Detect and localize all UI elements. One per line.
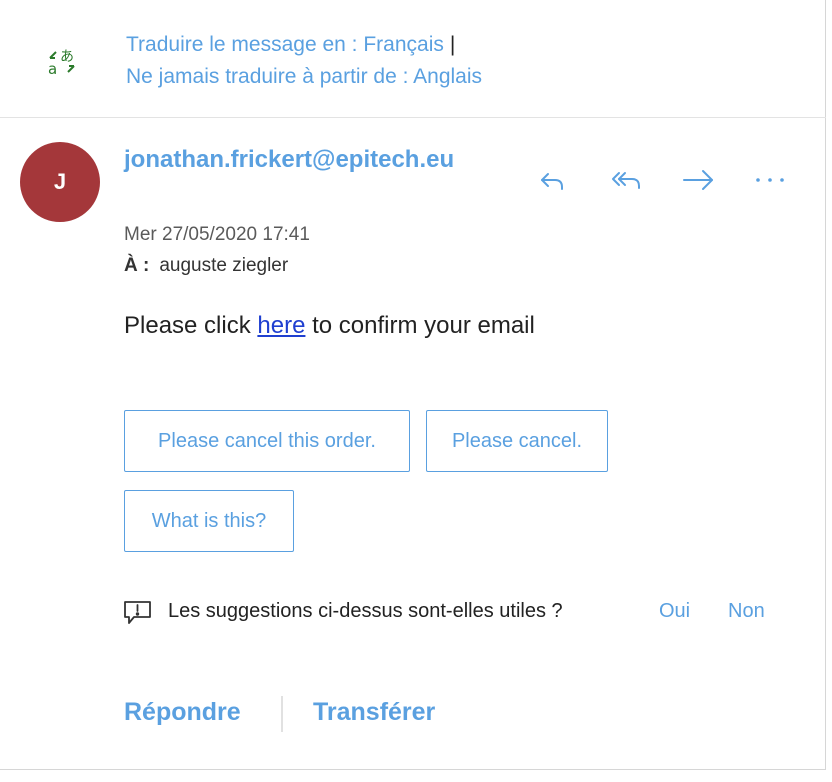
body-text-before: Please click [124,312,258,339]
to-label: À : [124,255,150,276]
suggested-reply-1[interactable]: Please cancel this order. [124,410,410,472]
reply-button[interactable]: Répondre [124,698,241,727]
forward-icon[interactable] [676,160,720,200]
never-translate-link[interactable]: Ne jamais traduire à partir de : Anglais [126,65,482,89]
translate-to-link[interactable]: Traduire le message en : Français | [126,33,455,57]
svg-text:a: a [48,60,57,78]
recipients: À : auguste ziegler [124,255,288,277]
suggested-reply-2[interactable]: Please cancel. [426,410,608,472]
translate-icon: a あ [46,46,78,78]
sender-avatar[interactable]: J [20,142,100,222]
reply-all-icon[interactable] [604,160,648,200]
footer-divider [281,696,283,732]
reading-pane: a あ Traduire le message en : Français | N… [0,0,826,770]
text-cursor: | [449,33,456,56]
translate-to-label[interactable]: Traduire le message en : Français [126,33,444,56]
svg-text:あ: あ [60,49,74,65]
feedback-no-link[interactable]: Non [728,600,765,623]
confirm-link[interactable]: here [257,312,305,339]
message-body: Please click here to confirm your email [124,312,535,340]
reply-icon[interactable] [530,160,574,200]
suggested-reply-3[interactable]: What is this? [124,490,294,552]
more-icon[interactable] [748,160,792,200]
feedback-icon [123,600,153,626]
feedback-question: Les suggestions ci-dessus sont-elles uti… [168,600,563,622]
message-date: Mer 27/05/2020 17:41 [124,224,310,245]
recipient-name[interactable]: auguste ziegler [159,255,288,276]
translation-bar: a あ Traduire le message en : Français | N… [0,0,826,118]
sender-address[interactable]: jonathan.frickert@epitech.eu [124,142,484,178]
body-text-after: to confirm your email [305,312,535,339]
feedback-yes-link[interactable]: Oui [659,600,690,623]
forward-button[interactable]: Transférer [313,698,435,727]
